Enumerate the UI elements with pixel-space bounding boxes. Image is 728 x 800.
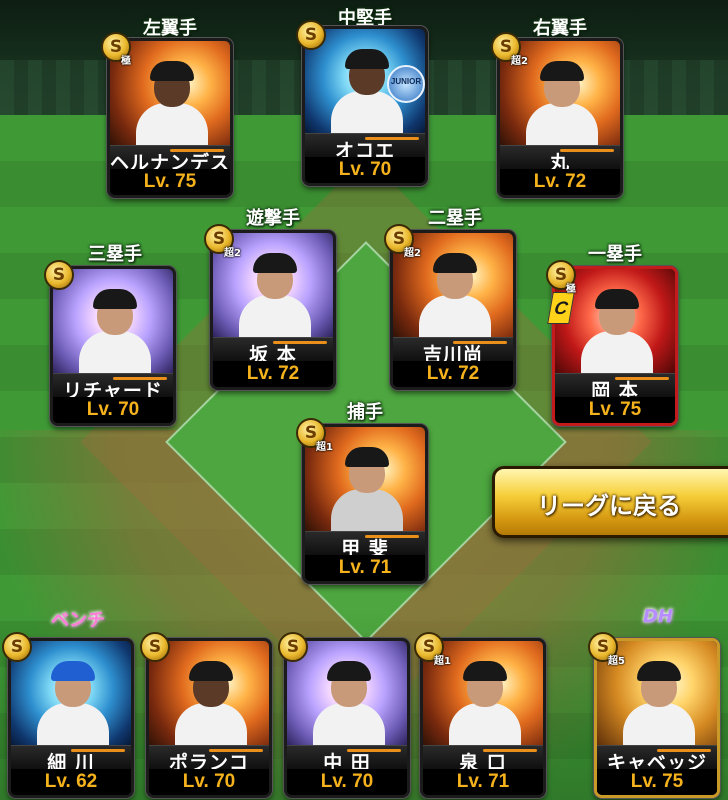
player-level: Lv. 70 [287, 769, 407, 795]
player-name-bar: 中 田 [287, 745, 407, 774]
player-portrait [287, 641, 407, 747]
player-card-third-base[interactable]: リチャード Lv. 70 [50, 266, 176, 426]
rank-sub-label: 超2 [224, 248, 241, 259]
rank-sub-label: 極 [566, 284, 576, 295]
player-card-center-field[interactable]: JUNIOR オコエ Lv. 70 [302, 26, 428, 186]
player-level: Lv. 75 [555, 397, 675, 423]
player-level: Lv. 70 [53, 397, 173, 423]
player-name-bar: 坂 本 [213, 337, 333, 366]
rank-sub-label: 超2 [404, 248, 421, 259]
player-portrait [53, 269, 173, 375]
rank-sub-label: 超1 [316, 442, 333, 453]
player-name-bar: 細 川 [11, 745, 131, 774]
player-level: Lv. 72 [393, 361, 513, 387]
player-name-bar: ヘルナンデス [110, 145, 230, 174]
rank-sub-label: 超5 [608, 656, 625, 667]
junior-cup-logo: JUNIOR [387, 65, 425, 103]
return-to-league-button[interactable]: リーグに戻る [492, 466, 728, 538]
player-name-bar: 丸 [500, 145, 620, 174]
rank-s-badge-icon: S [278, 632, 308, 662]
player-level: Lv. 75 [597, 769, 717, 795]
player-level: Lv. 62 [11, 769, 131, 795]
player-portrait [149, 641, 269, 747]
rank-s-badge-icon: S [140, 632, 170, 662]
player-level: Lv. 70 [149, 769, 269, 795]
rank-sub-label: 極 [121, 56, 131, 67]
player-level: Lv. 72 [213, 361, 333, 387]
player-card-bench-1[interactable]: 細 川 Lv. 62 [8, 638, 134, 798]
player-card-bench-3[interactable]: 中 田 Lv. 70 [284, 638, 410, 798]
player-card-bench-2[interactable]: ポランコ Lv. 70 [146, 638, 272, 798]
player-name-bar: ポランコ [149, 745, 269, 774]
player-level: Lv. 70 [305, 157, 425, 183]
player-level: Lv. 72 [500, 169, 620, 195]
player-name-bar: リチャード [53, 373, 173, 402]
position-label-bench: ベンチ [51, 610, 105, 631]
player-portrait: JUNIOR [305, 29, 425, 135]
player-name-bar: 泉 口 [423, 745, 543, 774]
player-name-bar: 甲 斐 [305, 531, 425, 560]
player-name-bar: キャベッジ [597, 745, 717, 774]
rank-sub-label: 超1 [434, 656, 451, 667]
position-label-dh: DH [642, 606, 673, 627]
player-name-bar: 岡 本 [555, 373, 675, 402]
return-to-league-label: リーグに戻る [537, 492, 681, 520]
player-portrait [11, 641, 131, 747]
rank-sub-label: 超2 [511, 56, 528, 67]
rank-s-badge-icon: S [2, 632, 32, 662]
player-name-bar: オコエ [305, 133, 425, 162]
player-level: Lv. 71 [423, 769, 543, 795]
player-level: Lv. 75 [110, 169, 230, 195]
rank-s-badge-icon: S [44, 260, 74, 290]
rank-s-badge-icon: S [296, 20, 326, 50]
player-level: Lv. 71 [305, 555, 425, 581]
player-name-bar: 吉川尚 [393, 337, 513, 366]
junior-cup-logo-text: JUNIOR [390, 77, 422, 86]
